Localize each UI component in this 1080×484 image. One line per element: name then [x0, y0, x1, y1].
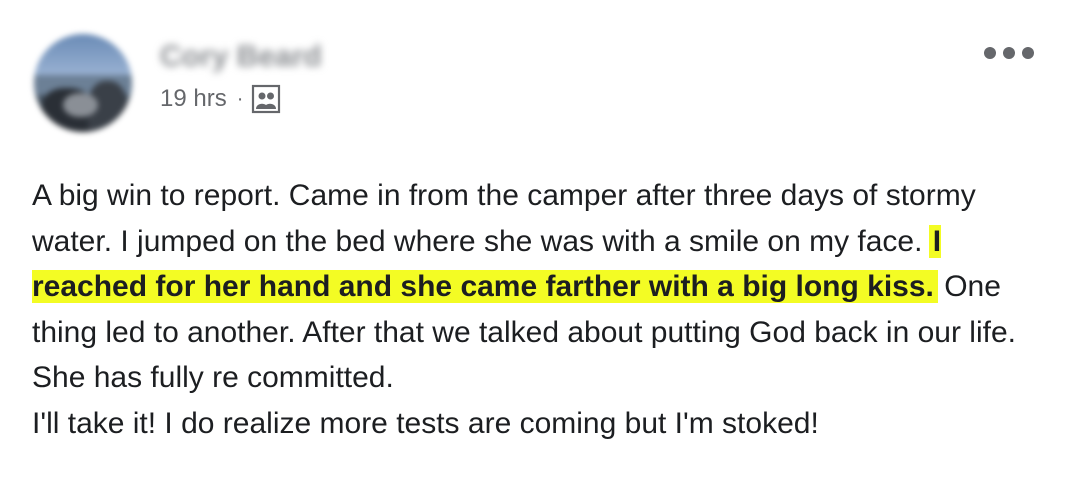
more-dot: [1022, 47, 1034, 59]
post-text: A big win to report. Came in from the ca…: [32, 173, 1032, 446]
post-text-part: A big win to report. Came in from the ca…: [32, 179, 976, 258]
meta-separator: ·: [236, 87, 244, 110]
friends-group-icon[interactable]: [251, 84, 281, 114]
post-card: Cory Beard 19 hrs · A big win to report.…: [0, 0, 1080, 484]
post-meta: 19 hrs ·: [160, 84, 281, 114]
avatar-sky: [34, 34, 132, 79]
more-dot: [1003, 47, 1015, 59]
author-name[interactable]: Cory Beard: [160, 40, 322, 74]
timestamp[interactable]: 19 hrs: [160, 85, 227, 113]
more-options-icon[interactable]: [984, 38, 1034, 68]
avatar[interactable]: [34, 34, 132, 132]
post-text-part: I'll take it! I do realize more tests ar…: [32, 406, 819, 440]
more-dot: [984, 47, 996, 59]
avatar-figure: [63, 92, 98, 118]
